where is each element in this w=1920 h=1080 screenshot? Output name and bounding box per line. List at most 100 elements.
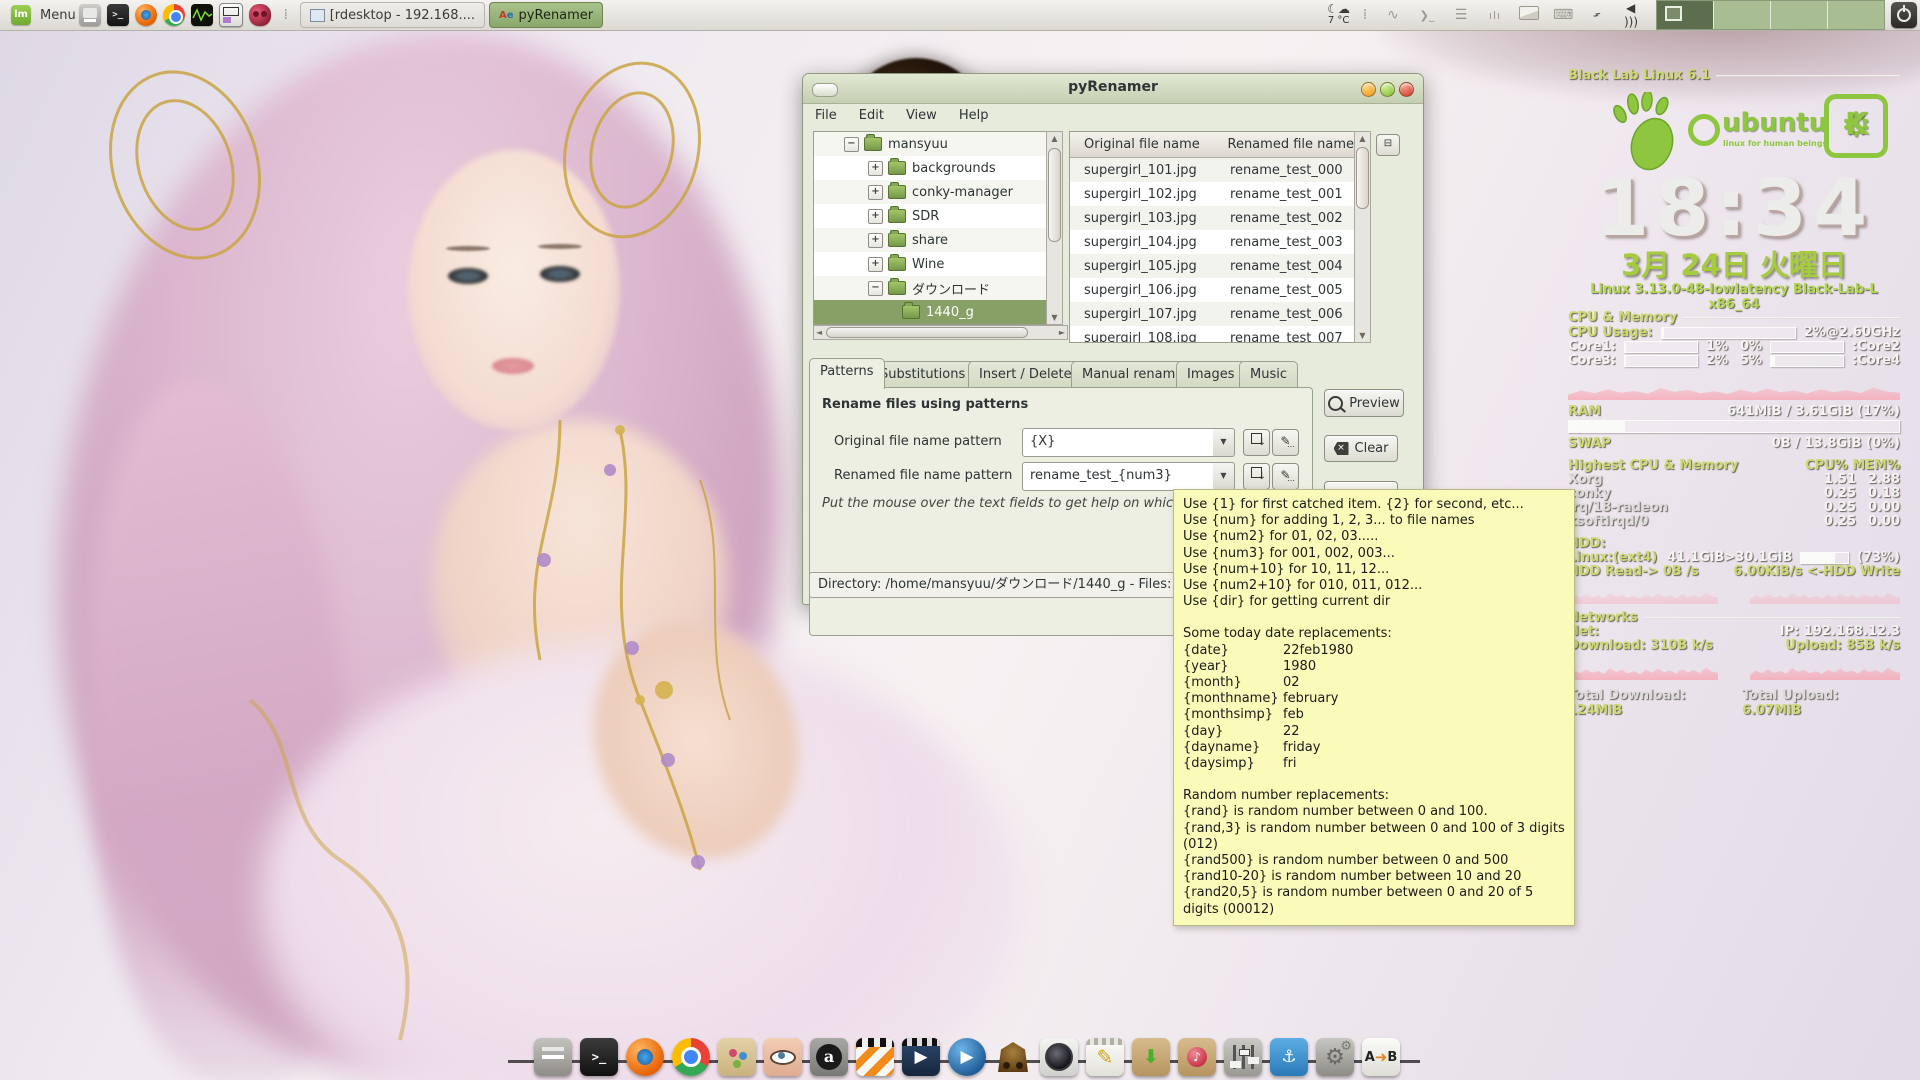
total-download-value: 124MiB [1568,703,1622,718]
original-pattern-input[interactable]: {X} [1022,428,1214,457]
expand-icon[interactable]: + [868,257,883,272]
file-row[interactable]: supergirl_104.jpgrename_test_003 [1070,230,1354,254]
menu-button[interactable]: lm Menu [0,5,76,25]
file-row[interactable]: supergirl_106.jpgrename_test_005 [1070,278,1354,302]
dock-file-manager-icon[interactable] [534,1038,572,1076]
expand-icon[interactable]: + [868,209,883,224]
workspace-switcher[interactable] [1656,0,1885,30]
firefox-launcher-icon[interactable] [135,4,157,26]
file-row[interactable]: supergirl_105.jpgrename_test_004 [1070,254,1354,278]
power-button[interactable] [1891,2,1917,28]
file-row[interactable]: supergirl_103.jpgrename_test_002 [1070,206,1354,230]
workspace-4[interactable] [1828,1,1884,29]
menu-lines-icon[interactable]: ☰ [1451,7,1471,23]
tooltip-line: {rand20,5} is random number between 0 an… [1183,885,1565,917]
taskbar-item-rdesktop[interactable]: [rdesktop - 192.168.... [300,2,485,28]
weather-applet[interactable]: ☾☁ 7 °C [1327,4,1350,26]
dock-gimp-icon[interactable] [718,1038,756,1076]
dock-audacious-icon[interactable]: a [810,1038,848,1076]
column-select-button[interactable]: ⊟ [1376,134,1400,156]
raspberry-pi-launcher-icon[interactable] [249,4,271,26]
tree-item-share[interactable]: +share [814,228,1046,252]
tab-music[interactable]: Music [1239,361,1298,388]
expand-icon[interactable]: + [868,233,883,248]
column-header-renamed[interactable]: Renamed file name [1222,137,1355,152]
file-row[interactable]: supergirl_108.jpgrename_test_007 [1070,326,1354,343]
renamed-pattern-dropdown[interactable]: ▼ [1213,462,1235,491]
hdd-read-graph [1568,582,1718,604]
tree-item-backgrounds[interactable]: +backgrounds [814,156,1046,180]
workspace-3[interactable] [1771,1,1828,29]
minimize-button[interactable] [1361,82,1376,97]
dock-audio-package-icon[interactable]: ♪ [1178,1038,1216,1076]
expand-icon[interactable]: + [868,161,883,176]
tree-vertical-scrollbar[interactable]: ▲▼ [1046,131,1063,325]
file-list-scrollbar[interactable]: ▲▼ [1354,131,1371,343]
renamed-pattern-insert-button[interactable]: ↓ [1243,463,1270,490]
dock-chrome-icon[interactable] [672,1038,710,1076]
menu-view[interactable]: View [906,108,937,123]
activity-wave-icon[interactable]: ∿ [1383,7,1403,23]
original-pattern-insert-button[interactable]: ↓ [1243,429,1270,456]
menu-edit[interactable]: Edit [859,108,884,123]
volume-icon[interactable]: ▶))) [1621,1,1641,29]
renamed-pattern-input[interactable]: rename_test_{num3} [1022,462,1214,491]
collapse-icon[interactable]: − [868,281,883,296]
menu-file[interactable]: File [815,108,837,123]
keyboard-icon[interactable]: ⌨ [1553,7,1573,23]
dock-media-player-icon[interactable]: ▶ [948,1038,986,1076]
top-processes-header: Highest CPU & Memory [1568,458,1738,473]
column-header-original[interactable]: Original file name [1070,137,1222,152]
close-button[interactable] [1399,82,1414,97]
file-row[interactable]: supergirl_102.jpgrename_test_001 [1070,182,1354,206]
renamed-pattern-edit-button[interactable]: ✎… [1272,463,1299,490]
tab-images[interactable]: Images [1176,361,1246,388]
terminal-launcher-icon[interactable]: >_ [107,4,129,26]
original-pattern-dropdown[interactable]: ▼ [1213,428,1235,457]
file-row[interactable]: supergirl_107.jpgrename_test_006 [1070,302,1354,326]
tree-item-downloads[interactable]: −ダウンロード [814,276,1046,300]
preview-button[interactable]: Preview [1324,389,1404,417]
dock-video-editor-icon[interactable] [856,1038,894,1076]
tab-patterns[interactable]: Patterns [809,358,885,389]
dock-video-player-icon[interactable]: ▶ [902,1038,940,1076]
tree-horizontal-scrollbar[interactable]: ◄► [813,325,1068,340]
plug-icon[interactable]: ⌁ [1584,2,1610,27]
titlebar[interactable]: pyRenamer [803,74,1423,104]
tree-item-mansyuu[interactable]: −mansyuu [814,132,1046,156]
dock-text-editor-icon[interactable]: ✎ [1086,1038,1124,1076]
chrome-launcher-icon[interactable] [163,4,185,26]
tab-insert-delete[interactable]: Insert / Delete [968,361,1083,388]
workspace-1[interactable] [1657,1,1714,29]
dock-terminal-icon[interactable]: >_ [580,1038,618,1076]
signal-generator-launcher-icon[interactable] [219,3,243,27]
bar-chart-icon[interactable]: ılı [1485,9,1505,22]
dock-system-settings-icon[interactable]: ⚙⚙ [1316,1038,1354,1076]
dock-firefox-icon[interactable] [626,1038,664,1076]
dock-package-installer-icon[interactable]: ⬇ [1132,1038,1170,1076]
dock-image-viewer-icon[interactable] [764,1038,802,1076]
workspace-2[interactable] [1714,1,1771,29]
taskbar-item-pyrenamer[interactable]: Ae pyRenamer [489,2,603,28]
oscilloscope-launcher-icon[interactable] [191,4,213,26]
expand-icon[interactable]: + [868,185,883,200]
tree-item-1440g-selected[interactable]: 1440_g [814,300,1046,324]
dock-owl-app-icon[interactable] [994,1038,1032,1076]
dock-mixer-icon[interactable] [1224,1038,1262,1076]
maximize-button[interactable] [1380,82,1395,97]
dock-dictionary-icon[interactable]: A➜B [1362,1038,1400,1076]
collapse-icon[interactable]: − [844,137,859,152]
file-row[interactable]: supergirl_101.jpgrename_test_000 [1070,158,1354,182]
tree-item-conky-manager[interactable]: +conky-manager [814,180,1046,204]
dock-anchor-tool-icon[interactable]: ⚓ [1270,1038,1308,1076]
dock-camera-icon[interactable] [1040,1038,1078,1076]
menu-help[interactable]: Help [959,108,989,123]
prompt-icon[interactable]: ❯_ [1417,9,1437,22]
tree-item-sdr[interactable]: +SDR [814,204,1046,228]
file-manager-launcher-icon[interactable] [79,4,101,26]
picture-icon[interactable] [1519,6,1539,24]
tab-substitutions[interactable]: Substitutions [869,361,976,388]
tree-item-wine[interactable]: +Wine [814,252,1046,276]
original-pattern-edit-button[interactable]: ✎… [1272,429,1299,456]
clear-button[interactable]: × Clear [1324,435,1398,462]
